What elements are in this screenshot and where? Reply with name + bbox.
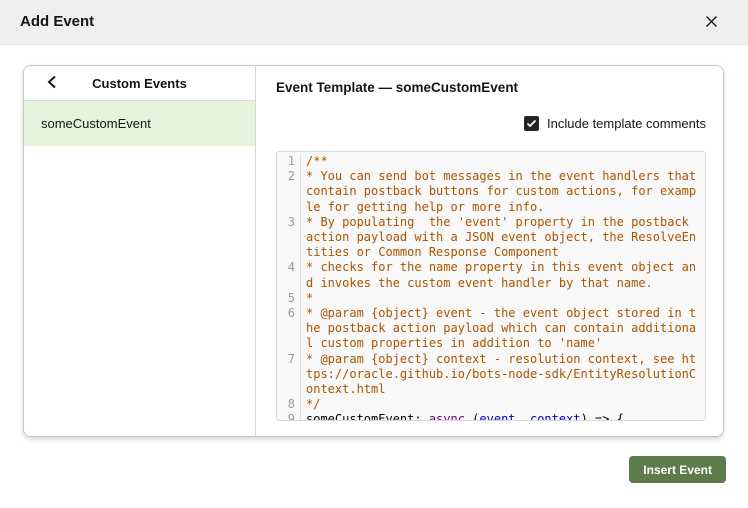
line-number: 2: [277, 169, 301, 215]
back-button[interactable]: [38, 66, 66, 101]
code-line: 9someCustomEvent: async (event, context)…: [277, 412, 705, 421]
code-line-text: *: [301, 291, 698, 306]
dialog-title: Add Event: [20, 13, 94, 30]
line-number: 9: [277, 412, 301, 421]
add-event-card: Custom Events someCustomEvent Event Temp…: [23, 65, 724, 437]
code-line-text: * @param {object} context - resolution c…: [301, 352, 698, 398]
custom-events-panel: Custom Events someCustomEvent: [24, 66, 256, 436]
code-line-text: * @param {object} event - the event obje…: [301, 306, 698, 352]
insert-event-button[interactable]: Insert Event: [629, 456, 726, 483]
code-line: 1/**: [277, 154, 705, 169]
code-line: 4* checks for the name property in this …: [277, 260, 705, 290]
code-line-text: /**: [301, 154, 698, 169]
line-number: 3: [277, 215, 301, 261]
code-line-text: */: [301, 397, 698, 412]
line-number: 7: [277, 352, 301, 398]
code-line-text: * checks for the name property in this e…: [301, 260, 698, 290]
custom-events-header: Custom Events: [24, 66, 255, 101]
include-comments-checkbox[interactable]: [524, 116, 539, 131]
code-line-text: * By populating the 'event' property in …: [301, 215, 698, 261]
code-editor[interactable]: 1/**2* You can send bot messages in the …: [276, 151, 706, 421]
line-number: 1: [277, 154, 301, 169]
close-button[interactable]: [700, 12, 722, 34]
line-number: 6: [277, 306, 301, 352]
code-lines: 1/**2* You can send bot messages in the …: [277, 154, 705, 421]
include-comments-label: Include template comments: [547, 116, 706, 131]
code-line: 6* @param {object} event - the event obj…: [277, 306, 705, 352]
panel-title: Custom Events: [92, 76, 187, 91]
close-icon: [705, 15, 718, 31]
line-number: 5: [277, 291, 301, 306]
code-line: 3* By populating the 'event' property in…: [277, 215, 705, 261]
event-template-panel: Event Template — someCustomEvent Include…: [256, 66, 723, 436]
chevron-left-icon: [47, 75, 57, 92]
line-number: 4: [277, 260, 301, 290]
line-number: 8: [277, 397, 301, 412]
dialog-header: Add Event: [0, 0, 748, 45]
event-item-label: someCustomEvent: [41, 116, 151, 131]
code-line-text: someCustomEvent: async (event, context) …: [301, 412, 698, 421]
code-line: 8*/: [277, 397, 705, 412]
code-line: 5*: [277, 291, 705, 306]
code-line-text: * You can send bot messages in the event…: [301, 169, 698, 215]
check-icon: [526, 115, 537, 133]
code-line: 7* @param {object} context - resolution …: [277, 352, 705, 398]
template-title: Event Template — someCustomEvent: [276, 80, 706, 95]
include-comments-row: Include template comments: [276, 116, 706, 131]
code-line: 2* You can send bot messages in the even…: [277, 169, 705, 215]
list-item-someCustomEvent[interactable]: someCustomEvent: [24, 101, 255, 146]
